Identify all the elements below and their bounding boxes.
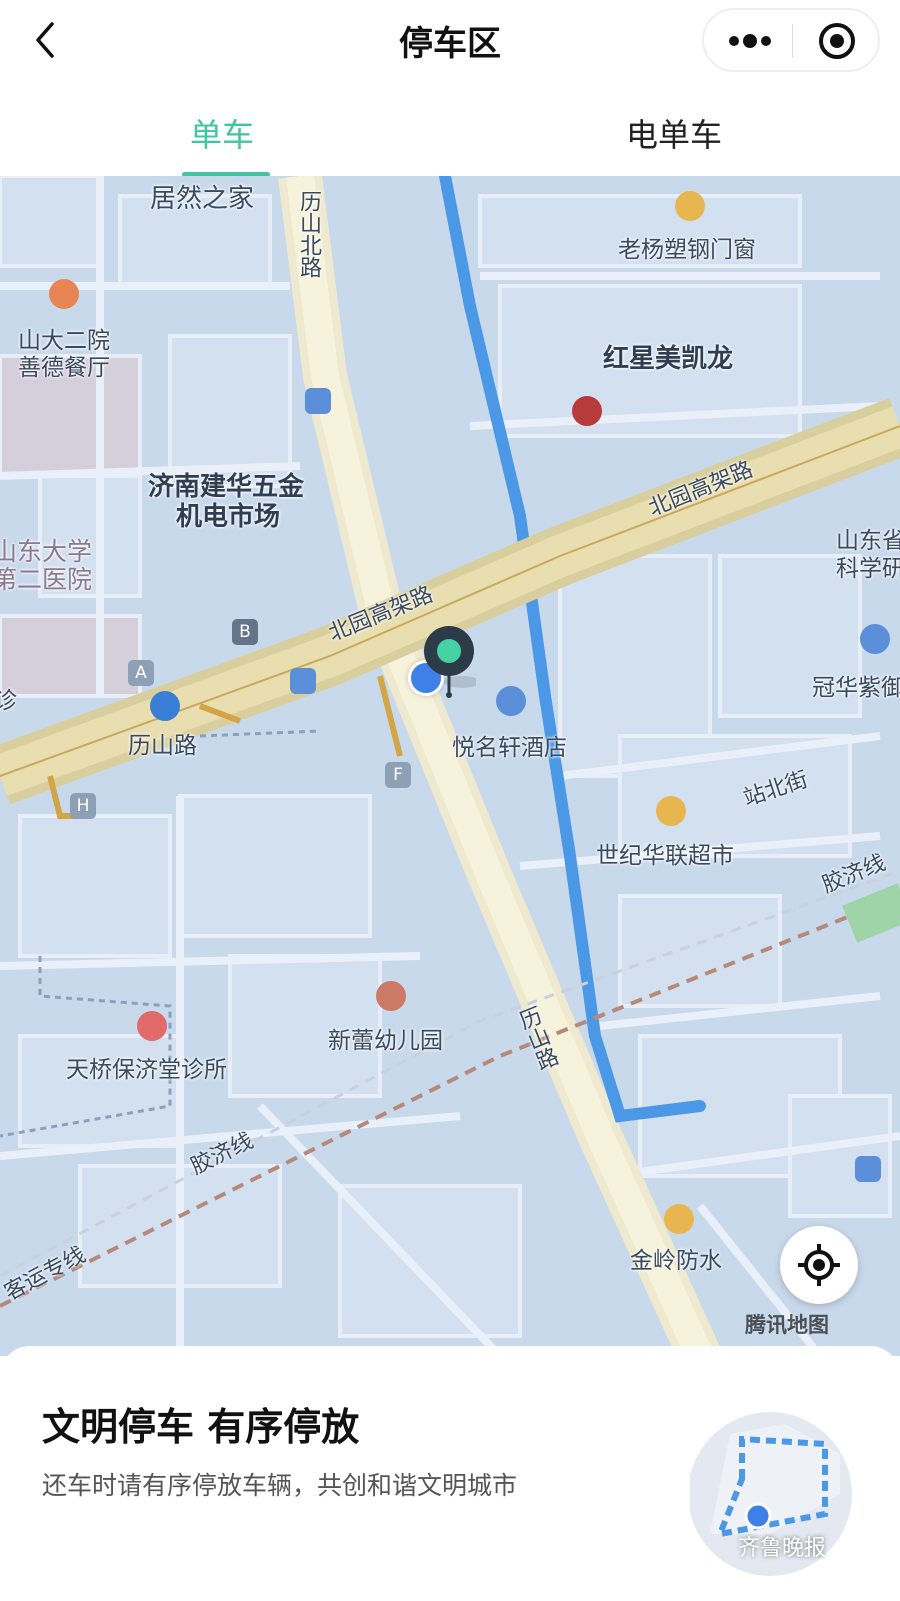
more-dots-icon[interactable] — [714, 18, 784, 64]
parking-pin-icon[interactable] — [422, 624, 476, 704]
station-exit-a: A — [128, 660, 154, 686]
map-label: 科学研 — [836, 556, 900, 582]
metro-icon[interactable] — [150, 691, 180, 721]
station-exit-h: H — [70, 793, 96, 819]
info-bottom-sheet: 文明停车 有序停放 还车时请有序停放车辆，共创和谐文明城市 — [0, 1346, 900, 1601]
hotel-icon[interactable] — [496, 686, 526, 716]
map-attribution: 腾讯地图 — [745, 1313, 829, 1337]
restaurant-icon[interactable] — [49, 279, 79, 309]
shop-icon[interactable] — [664, 1204, 694, 1234]
tab-bike[interactable]: 单车 — [190, 110, 254, 156]
map-road-label: 历山北路 — [296, 190, 321, 278]
map-label: 机电市场 — [176, 502, 281, 532]
map-canvas — [0, 176, 900, 1356]
target-close-icon[interactable] — [802, 18, 872, 64]
mini-program-capsule — [702, 8, 880, 72]
kfc-icon[interactable] — [572, 396, 602, 426]
bus-stop-icon[interactable] — [305, 388, 331, 414]
map-label: 居然之家 — [150, 184, 255, 214]
map-label: 悦名轩酒店 — [452, 735, 567, 761]
shop-icon[interactable] — [675, 191, 705, 221]
crosshair-icon — [798, 1244, 840, 1286]
map-label: 世纪华联超市 — [596, 843, 734, 869]
map-label: 老杨塑钢门窗 — [618, 237, 756, 263]
map-label: 红星美凯龙 — [603, 344, 734, 374]
map-label: 冠华紫御 — [812, 675, 900, 701]
station-exit-f: F — [385, 762, 411, 788]
parking-map[interactable]: A B F H 居然之家 历山北路 老杨塑钢门窗 山大二院 善德餐厅 红星美凯龙… — [0, 176, 900, 1356]
map-label: 历山路 — [128, 733, 197, 759]
tab-ebike[interactable]: 电单车 — [626, 110, 722, 156]
locate-me-button[interactable] — [780, 1226, 858, 1304]
kindergarten-icon[interactable] — [376, 981, 406, 1011]
capsule-divider — [792, 24, 793, 58]
bus-stop-icon[interactable] — [855, 1156, 881, 1182]
sheet-title: 文明停车 有序停放 — [42, 1405, 360, 1449]
station-exit-b: B — [232, 619, 258, 645]
map-label: 金岭防水 — [630, 1248, 722, 1274]
top-bar: 停车区 — [0, 0, 900, 80]
vehicle-type-tabs: 单车 电单车 — [0, 92, 900, 177]
map-label: 诊 — [0, 688, 17, 714]
clinic-icon[interactable] — [137, 1011, 167, 1041]
sheet-subtitle: 还车时请有序停放车辆，共创和谐文明城市 — [42, 1471, 518, 1500]
map-label: 善德餐厅 — [18, 355, 110, 381]
map-label: 新蕾幼儿园 — [328, 1028, 443, 1054]
watermark-text: 齐鲁晚报 — [738, 1536, 827, 1561]
bus-stop-icon[interactable] — [290, 668, 316, 694]
map-label: 第二医院 — [0, 565, 93, 594]
supermarket-icon[interactable] — [656, 796, 686, 826]
map-label: 天桥保济堂诊所 — [66, 1057, 227, 1083]
residence-icon[interactable] — [860, 624, 890, 654]
